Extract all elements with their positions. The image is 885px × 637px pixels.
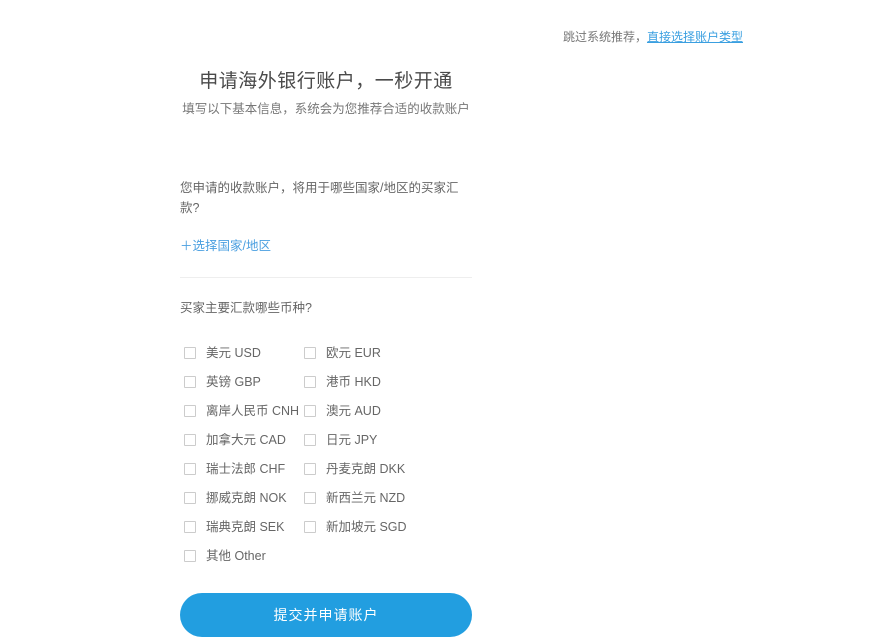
currency-option[interactable]: 离岸人民币 CNH <box>184 396 304 425</box>
currency-option-label: 新西兰元 NZD <box>326 490 406 505</box>
currency-option-label: 瑞士法郎 CHF <box>206 461 286 476</box>
choose-account-type-link[interactable]: 直接选择账户类型 <box>647 30 743 44</box>
currency-option-label: 日元 JPY <box>326 432 378 447</box>
currency-option[interactable]: 瑞士法郎 CHF <box>184 454 304 483</box>
currency-option-label: 丹麦克朗 DKK <box>326 461 406 476</box>
currency-option-label: 澳元 AUD <box>326 403 381 418</box>
currency-option[interactable]: 美元 USD <box>184 338 304 367</box>
currency-option[interactable]: 其他 Other <box>184 541 304 570</box>
checkbox-icon[interactable] <box>304 520 316 533</box>
checkbox-icon[interactable] <box>184 346 196 359</box>
currency-option[interactable]: 挪威克朗 NOK <box>184 483 304 512</box>
currency-option[interactable]: 丹麦克朗 DKK <box>304 454 476 483</box>
skip-recommendation-text: 跳过系统推荐， <box>562 30 647 44</box>
checkbox-icon[interactable] <box>304 404 316 417</box>
checkbox-icon[interactable] <box>184 433 196 446</box>
page-subtitle: 填写以下基本信息，系统会为您推荐合适的收款账户 <box>182 102 470 116</box>
checkbox-icon[interactable] <box>184 462 196 475</box>
currency-option-label: 其他 Other <box>206 548 266 563</box>
checkbox-icon[interactable] <box>304 346 316 359</box>
currency-option[interactable]: 瑞典克朗 SEK <box>184 512 304 541</box>
checkbox-icon[interactable] <box>304 375 316 388</box>
skip-recommendation-bar: 跳过系统推荐，直接选择账户类型 <box>563 28 743 46</box>
currency-option-label: 加拿大元 CAD <box>206 432 286 447</box>
currency-option[interactable]: 新西兰元 NZD <box>304 483 476 512</box>
currency-option[interactable]: 加拿大元 CAD <box>184 425 304 454</box>
currency-option[interactable]: 新加坡元 SGD <box>304 512 476 541</box>
currency-option[interactable]: 澳元 AUD <box>304 396 476 425</box>
currency-option[interactable]: 日元 JPY <box>304 425 476 454</box>
checkbox-icon[interactable] <box>184 549 196 562</box>
currency-section: 买家主要汇款哪些币种? 美元 USD 欧元 EUR 英镑 GBP 港币 HKD 离岸人民… <box>180 278 472 570</box>
application-form: 申请海外银行账户，一秒开通 填写以下基本信息，系统会为您推荐合适的收款账户 您申… <box>180 0 472 637</box>
checkbox-icon[interactable] <box>184 520 196 533</box>
checkbox-icon[interactable] <box>184 404 196 417</box>
currency-checkbox-grid: 美元 USD 欧元 EUR 英镑 GBP 港币 HKD 离岸人民币 CNH 澳元 AUD 加… <box>180 338 472 570</box>
currency-option-label: 挪威克朗 NOK <box>206 490 287 505</box>
currency-option-label: 美元 USD <box>206 345 261 360</box>
country-question-label: 您申请的收款账户，将用于哪些国家/地区的买家汇款? <box>180 181 459 215</box>
country-section: 您申请的收款账户，将用于哪些国家/地区的买家汇款? ＋选择国家/地区 <box>180 120 472 255</box>
checkbox-icon[interactable] <box>184 375 196 388</box>
checkbox-icon[interactable] <box>304 433 316 446</box>
currency-option-label: 瑞典克朗 SEK <box>206 519 285 534</box>
currency-option-label: 港币 HKD <box>326 374 381 389</box>
checkbox-icon[interactable] <box>304 491 316 504</box>
currency-option-label: 欧元 EUR <box>326 345 381 360</box>
currency-option[interactable]: 港币 HKD <box>304 367 476 396</box>
checkbox-icon[interactable] <box>304 462 316 475</box>
currency-option-label: 英镑 GBP <box>206 374 261 389</box>
submit-section: 提交并申请账户 <box>180 570 472 637</box>
form-header: 申请海外银行账户，一秒开通 填写以下基本信息，系统会为您推荐合适的收款账户 <box>180 0 472 120</box>
currency-question-label: 买家主要汇款哪些币种? <box>180 301 312 315</box>
page-title: 申请海外银行账户，一秒开通 <box>199 71 453 92</box>
submit-application-button[interactable]: 提交并申请账户 <box>180 593 472 637</box>
currency-option-label: 离岸人民币 CNH <box>206 403 300 418</box>
currency-option[interactable]: 英镑 GBP <box>184 367 304 396</box>
currency-option-label: 新加坡元 SGD <box>326 519 407 534</box>
checkbox-icon[interactable] <box>184 491 196 504</box>
select-country-region-link[interactable]: ＋选择国家/地区 <box>180 237 271 255</box>
currency-option[interactable]: 欧元 EUR <box>304 338 476 367</box>
